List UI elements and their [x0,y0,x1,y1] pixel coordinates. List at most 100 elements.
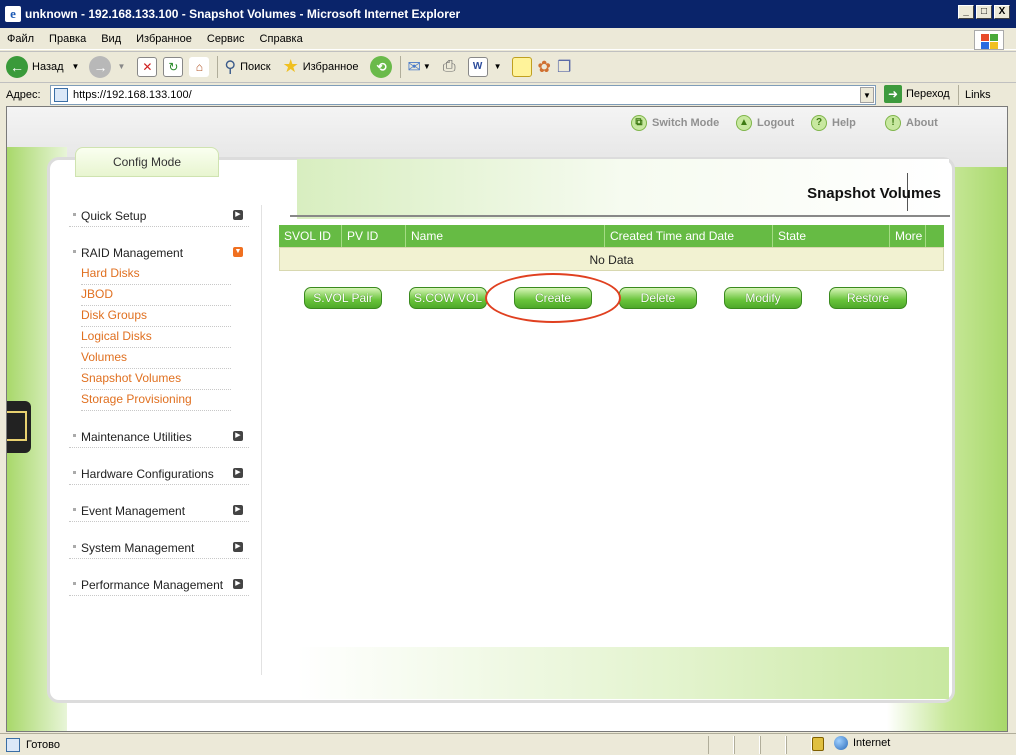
sidebar-item-event-management[interactable]: Event Management ▶ [69,500,249,522]
window-controls: _ □ X [958,5,1010,19]
sidebar-item-performance-management[interactable]: Performance Management ▶ [69,574,249,596]
search-icon: ⚲ [224,58,237,76]
modify-button[interactable]: Modify [724,287,802,309]
page-viewport: ⧉ Switch Mode ▲ Logout ? Help ! About Co… [6,106,1008,732]
sidebar: Quick Setup ▶ RAID Management ▼ Hard Dis… [69,202,249,672]
bullet-dot [73,545,76,548]
forward-arrow-icon: → [89,55,112,78]
menu-file[interactable]: Файл [7,33,34,45]
scow-vol-button[interactable]: S.COW VOL [409,287,487,309]
column-header-pv-id[interactable]: PV ID [342,225,406,247]
sidebar-subitem-logical-disks[interactable]: Logical Disks [81,327,231,348]
logout-link[interactable]: ▲ Logout [736,115,794,131]
note-icon [511,56,532,77]
menu-edit[interactable]: Правка [49,33,86,45]
refresh-button[interactable]: ↻ [163,56,184,77]
chevron-right-icon: ▶ [233,468,243,478]
back-label: Назад [32,60,64,73]
help-link[interactable]: ? Help [811,115,856,131]
address-bar: Адрес: https://192.168.133.100/ ▼ ➜ Пере… [0,82,1016,106]
sidebar-item-quick-setup[interactable]: Quick Setup ▶ [69,205,249,227]
security-zone: Internet [834,736,890,750]
sidebar-subitem-jbod[interactable]: JBOD [81,285,231,306]
column-header-more[interactable]: More [890,225,926,247]
page-status-icon [6,738,20,752]
address-input[interactable]: https://192.168.133.100/ ▼ [50,85,876,105]
help-icon: ? [811,115,827,131]
title-underline [290,215,950,217]
status-cell [708,736,734,754]
home-button[interactable]: ⌂ [189,56,210,77]
network-icon [7,411,27,441]
config-mode-tab[interactable]: Config Mode [75,147,219,177]
column-header-state[interactable]: State [773,225,890,247]
forward-dropdown-icon[interactable]: ▼ [117,62,125,71]
column-header-created-time[interactable]: Created Time and Date [605,225,773,247]
refresh-icon: ↻ [163,56,184,77]
links-button[interactable]: Links [958,85,991,105]
globe-icon [834,736,848,750]
restore-button[interactable]: Restore [829,287,907,309]
switch-mode-link[interactable]: ⧉ Switch Mode [631,115,719,131]
minimize-button[interactable]: _ [958,5,974,19]
top-links: ⧉ Switch Mode ▲ Logout ? Help ! About [7,115,1007,135]
research-button[interactable]: ❐ [557,57,571,77]
sidebar-subitem-hard-disks[interactable]: Hard Disks [81,264,231,285]
sidebar-item-label: Event Management [81,504,186,518]
sidebar-subitem-snapshot-volumes[interactable]: Snapshot Volumes [81,369,231,390]
sidebar-subitem-volumes[interactable]: Volumes [81,348,231,369]
address-dropdown-icon[interactable]: ▼ [860,87,874,103]
back-button[interactable]: ← Назад ▼ [6,55,80,78]
chevron-right-icon: ▶ [233,579,243,589]
delete-button[interactable]: Delete [619,287,697,309]
stop-icon: ✕ [137,56,158,77]
close-button[interactable]: X [994,5,1010,19]
bullet-dot [73,471,76,474]
address-url: https://192.168.133.100/ [73,89,192,101]
sidebar-subitem-disk-groups[interactable]: Disk Groups [81,306,231,327]
menu-tools[interactable]: Сервис [207,33,245,45]
chevron-right-icon: ▶ [233,431,243,441]
printer-icon: ⎙ [442,57,456,75]
menu-help[interactable]: Справка [260,33,303,45]
side-panel-handle[interactable] [7,401,31,453]
edit-button[interactable]: W ▼ [467,56,502,77]
column-header-name[interactable]: Name [406,225,605,247]
back-dropdown-icon[interactable]: ▼ [72,62,80,71]
svol-pair-button[interactable]: S.VOL Pair [304,287,382,309]
favorites-button[interactable]: ★ Избранное [283,56,359,77]
stop-button[interactable]: ✕ [137,56,158,77]
table-empty-message: No Data [279,247,944,271]
about-label: About [906,117,938,129]
history-button[interactable]: ⟲ [370,55,393,78]
menu-view[interactable]: Вид [101,33,121,45]
sidebar-item-label: Maintenance Utilities [81,430,192,444]
sidebar-item-maintenance-utilities[interactable]: Maintenance Utilities ▶ [69,426,249,448]
sidebar-item-system-management[interactable]: System Management ▶ [69,537,249,559]
maximize-button[interactable]: □ [976,5,992,19]
search-button[interactable]: ⚲ Поиск [224,57,270,77]
discuss-button[interactable] [511,56,532,77]
mail-dropdown-icon[interactable]: ▼ [423,62,431,71]
messenger-button[interactable]: ✿ [538,57,551,77]
status-cells [708,736,812,754]
about-link[interactable]: ! About [885,115,938,131]
forward-button[interactable]: → ▼ [89,55,125,78]
sidebar-subitem-storage-provisioning[interactable]: Storage Provisioning [81,390,231,411]
sidebar-item-raid-management[interactable]: RAID Management ▼ [69,242,249,264]
menu-favorites[interactable]: Избранное [136,33,192,45]
back-arrow-icon: ← [6,55,28,78]
favorites-label: Избранное [302,60,359,73]
column-header-svol-id[interactable]: SVOL ID [279,225,342,247]
address-label: Адрес: [6,88,41,101]
print-button[interactable]: ⎙ [443,58,456,76]
edit-dropdown-icon[interactable]: ▼ [494,62,502,71]
mail-button[interactable]: ✉ ▼ [407,57,430,77]
zone-label: Internet [853,737,891,749]
sidebar-item-hardware-configurations[interactable]: Hardware Configurations ▶ [69,463,249,485]
go-button[interactable]: ➜ Переход [884,85,950,103]
window-title: unknown - 192.168.133.100 - Snapshot Vol… [25,7,461,21]
window-titlebar: e unknown - 192.168.133.100 - Snapshot V… [0,0,1016,28]
switch-mode-label: Switch Mode [652,117,720,129]
column-header-spacer [926,225,944,247]
